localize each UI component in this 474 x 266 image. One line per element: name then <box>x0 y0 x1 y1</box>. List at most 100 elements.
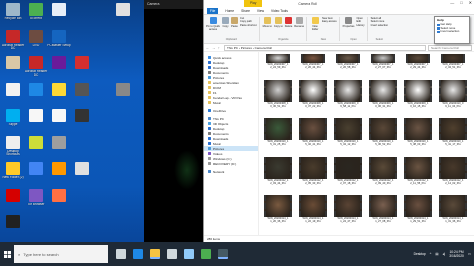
desktop-icon[interactable] <box>112 3 134 17</box>
desktop-icon[interactable] <box>71 82 93 97</box>
start-button[interactable] <box>0 242 14 266</box>
file-item[interactable]: WIN_20200307_1 2_26_44_Pro <box>297 54 329 79</box>
desktop-icon[interactable] <box>48 56 70 70</box>
minimize-button[interactable]: — <box>450 0 454 5</box>
desktop-icon[interactable] <box>48 82 70 97</box>
file-item[interactable]: WIN_20200308_1 0_37_22_Pro <box>297 79 329 118</box>
move-to-button[interactable]: Move to <box>263 17 272 28</box>
file-item[interactable]: WIN_20200312_1 2_14_02_Pro <box>437 156 469 195</box>
copy-button[interactable]: Copy <box>222 17 229 28</box>
tab-home[interactable]: Home <box>225 9 234 13</box>
desktop-icon[interactable] <box>48 109 70 123</box>
search-input[interactable]: Search Camera Roll <box>428 44 472 51</box>
file-item[interactable]: WIN_20200312_1 2_11_55_Pro <box>402 156 434 195</box>
taskbar-search[interactable]: ⌕ Type here to search <box>14 245 108 263</box>
desktop-toolbar[interactable]: Desktop <box>414 252 426 256</box>
camera-icon[interactable] <box>218 249 228 259</box>
camera-window[interactable]: Camera <box>144 0 206 242</box>
desktop-icon[interactable] <box>71 162 93 176</box>
file-item[interactable]: WIN_20200310_1 5_41_17_Pro <box>437 118 469 156</box>
delete-button[interactable]: Delete <box>285 17 292 28</box>
desktop-icon[interactable]: Acrobat Reader DC <box>25 56 47 77</box>
file-item[interactable]: WIN_20200310_1 5_31_25_Pro <box>262 118 294 156</box>
desktop-icon[interactable] <box>48 188 70 203</box>
tab-view[interactable]: View <box>257 9 264 13</box>
desktop-icon[interactable]: Desktop Shortcuts <box>2 135 24 157</box>
clock[interactable]: 10:24 PM 3/16/2020 <box>449 250 464 258</box>
file-item[interactable]: WIN_20200312_1 2_09_40_Pro <box>367 156 399 195</box>
pin-quick-access-button[interactable]: Pin to Quick access <box>206 17 220 31</box>
up-icon[interactable]: ↑ <box>218 46 222 50</box>
easy-access-button[interactable]: Easy access <box>322 20 337 23</box>
address-bar[interactable]: This PC › Pictures › Camera Roll <box>224 44 426 51</box>
notifications-icon[interactable]: ▭ <box>468 252 471 256</box>
desktop-icon[interactable]: PCMaster Setup <box>47 29 71 48</box>
file-item[interactable]: WIN_20200314_1 1_20_36_Pro <box>262 195 294 233</box>
store-icon[interactable] <box>167 249 177 259</box>
maximize-button[interactable]: □ <box>460 0 462 5</box>
file-item[interactable]: WIN_20200307_1 2_27_07_Pro <box>367 54 399 79</box>
desktop-icon[interactable] <box>2 56 24 70</box>
tray-chevron-icon[interactable]: ^ <box>430 252 432 256</box>
desktop-icon[interactable] <box>2 215 24 229</box>
desktop-icon[interactable] <box>2 82 24 97</box>
desktop-icon[interactable] <box>25 82 47 97</box>
volume-icon[interactable]: ◂) <box>442 252 445 256</box>
file-item[interactable]: WIN_20200310_1 5_32_41_Pro <box>297 118 329 156</box>
file-item[interactable]: WIN_20200314_1 1_22_19_Pro <box>297 195 329 233</box>
file-item[interactable]: WIN_20200312_1 2_05_33_Pro <box>297 156 329 195</box>
desktop-icon[interactable]: uTorrent <box>25 3 47 21</box>
paste-shortcut-button[interactable]: Paste shortcut <box>240 24 257 27</box>
file-item[interactable]: WIN_20200310_1 5_38_03_Pro <box>402 118 434 156</box>
desktop-icon[interactable] <box>25 109 47 123</box>
desktop-icon[interactable] <box>2 188 24 203</box>
desktop-icon[interactable]: Skype <box>2 109 24 127</box>
file-item[interactable]: WIN_20200309_1 0_16_15_Pro <box>402 79 434 118</box>
tab-file[interactable]: File <box>207 7 219 14</box>
desktop-icon[interactable] <box>48 135 70 150</box>
desktop-icon[interactable] <box>25 135 47 150</box>
file-item[interactable]: WIN_20200308_1 0_36_51_Pro <box>262 79 294 118</box>
file-item[interactable]: WIN_20200314_1 1_27_08_Pro <box>367 195 399 233</box>
file-item[interactable]: WIN_20200310_1 5_34_12_Pro <box>332 118 364 156</box>
desktop-icon[interactable] <box>71 109 93 123</box>
chrome-icon[interactable] <box>201 249 211 259</box>
file-item[interactable]: WIN_20200309_1 0_06_31_Pro <box>367 79 399 118</box>
desktop-icon[interactable]: Recycle Bin <box>2 3 24 21</box>
file-item[interactable]: WIN_20200307_1 2_34_51_Pro <box>437 54 469 79</box>
back-icon[interactable]: ← <box>206 46 210 50</box>
properties-button[interactable]: Properties <box>343 17 354 28</box>
desktop-icon[interactable] <box>48 162 70 176</box>
mail-icon[interactable] <box>184 249 194 259</box>
new-folder-button[interactable]: New folder <box>310 17 320 31</box>
file-item[interactable]: WIN_20200314_1 1_31_36_Pro <box>437 195 469 233</box>
nav-item[interactable]: Network <box>204 169 258 174</box>
file-item[interactable]: WIN_20200307_1 2_29_44_Pro <box>402 54 434 79</box>
desktop-icon[interactable]: Tor Browser <box>25 188 47 207</box>
file-item[interactable]: WIN_20200307_1 2_26_58_Pro <box>332 54 364 79</box>
edge-icon[interactable] <box>133 249 143 259</box>
desktop-icon[interactable]: New Folder (2) <box>2 162 24 180</box>
rename-button[interactable]: Rename <box>294 17 304 28</box>
explorer-icon[interactable] <box>150 249 160 259</box>
file-item[interactable]: WIN_20200312_1 2_07_18_Pro <box>332 156 364 195</box>
desktop-icon[interactable] <box>112 82 134 97</box>
paste-button[interactable]: Paste <box>231 17 238 28</box>
forward-icon[interactable]: → <box>212 46 216 50</box>
file-item[interactable]: WIN_20200307_1 2_24_59_Pro <box>262 54 294 79</box>
play-tab[interactable]: Play <box>244 0 263 7</box>
task-view-icon[interactable] <box>116 249 126 259</box>
close-button[interactable]: ✕ <box>469 0 472 5</box>
tab-share[interactable]: Share <box>241 9 250 13</box>
file-item[interactable]: WIN_20200312_1 2_03_44_Pro <box>262 156 294 195</box>
desktop-icon[interactable]: DVD <box>25 29 47 48</box>
file-item[interactable]: WIN_20200314_1 1_24_47_Pro <box>332 195 364 233</box>
copy-to-button[interactable]: Copy to <box>274 17 283 28</box>
history-button[interactable]: History <box>356 24 364 27</box>
invert-selection-button[interactable]: Invert selection <box>371 24 388 27</box>
popup-item-invert[interactable]: Invert selection <box>437 30 467 34</box>
file-item[interactable]: WIN_20200309_0 9_58_11_Pro <box>332 79 364 118</box>
desktop-icon[interactable] <box>71 56 93 70</box>
desktop-icon[interactable]: Acrobat Reader DC <box>2 29 24 51</box>
file-item[interactable]: WIN_20200314_1 1_29_51_Pro <box>402 195 434 233</box>
